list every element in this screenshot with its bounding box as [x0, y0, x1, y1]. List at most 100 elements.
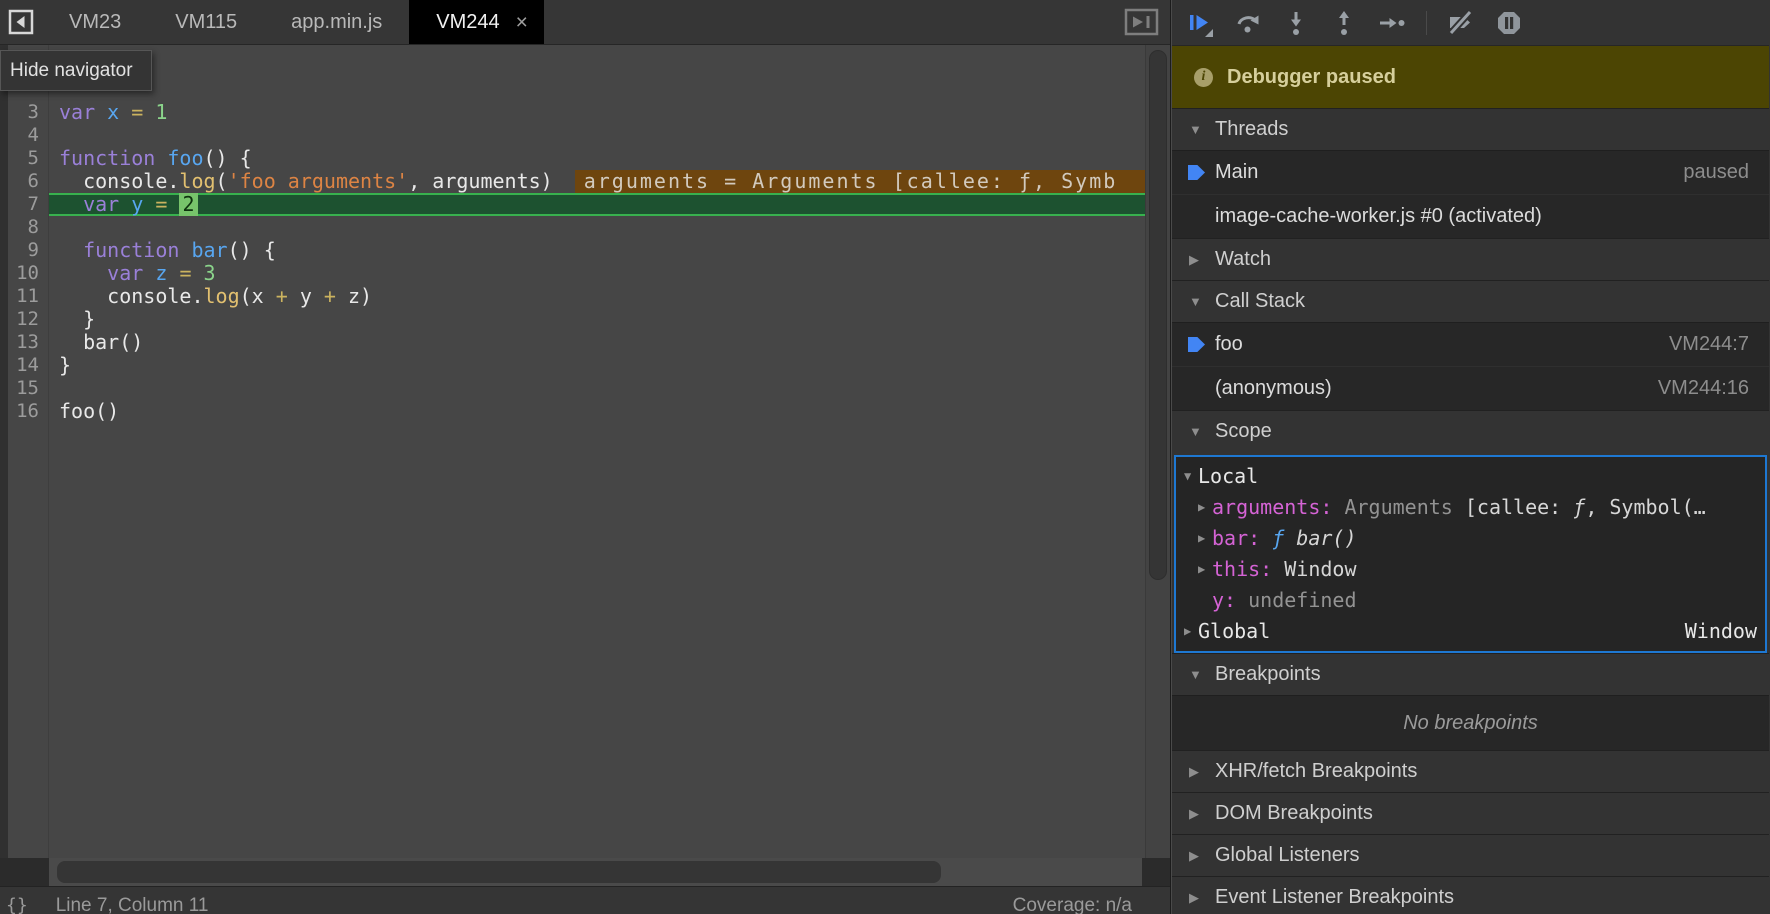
code-token: var — [107, 262, 143, 285]
more-tabs-button[interactable] — [1124, 7, 1160, 42]
step-out-button[interactable] — [1328, 7, 1360, 39]
no-breakpoints-message: No breakpoints — [1172, 695, 1769, 750]
chevron-down-icon: ▼ — [1189, 667, 1203, 682]
code-line-9[interactable]: function bar() { — [49, 239, 1145, 262]
variable-value: Window — [1284, 557, 1356, 581]
line-number-6[interactable]: 6 — [8, 170, 39, 193]
code-line-14[interactable]: } — [49, 354, 1145, 377]
code-token: console. — [59, 285, 204, 308]
code-line-6[interactable]: console.log('foo arguments', arguments)a… — [49, 170, 1145, 193]
vertical-scrollbar-thumb[interactable] — [1149, 50, 1167, 580]
code-token: } — [59, 308, 95, 331]
resume-button[interactable] — [1184, 7, 1216, 39]
pause-on-exceptions-button[interactable] — [1493, 7, 1525, 39]
step-into-icon — [1281, 8, 1311, 38]
execution-line-7[interactable]: var y = 2 — [49, 193, 1145, 216]
line-number-5[interactable]: 5 — [8, 147, 39, 170]
frame-location: VM244:16 — [1658, 377, 1749, 400]
section-watch[interactable]: ▶ Watch — [1172, 238, 1769, 280]
step-into-button[interactable] — [1280, 7, 1312, 39]
code-token: z — [155, 262, 167, 285]
callstack-row-anonymous[interactable]: (anonymous) VM244:16 — [1172, 366, 1769, 410]
pretty-print-icon[interactable]: {} — [6, 895, 28, 914]
code-token: + — [324, 285, 336, 308]
section-title: Scope — [1215, 420, 1272, 443]
line-number-10[interactable]: 10 — [8, 262, 39, 285]
line-number-8[interactable]: 8 — [8, 216, 39, 239]
code-line-10[interactable]: var z = 3 — [49, 262, 1145, 285]
code-line-3[interactable]: var x = 1 — [49, 101, 1145, 124]
line-number-13[interactable]: 13 — [8, 331, 39, 354]
callstack-row-foo[interactable]: foo VM244:7 — [1172, 322, 1769, 366]
section-scope[interactable]: ▼ Scope — [1172, 410, 1769, 452]
coverage-label: Coverage: n/a — [1013, 895, 1132, 914]
tab-label: VM23 — [69, 11, 121, 34]
scope-var-bar[interactable]: ▶bar: ƒ bar() — [1176, 522, 1765, 553]
vertical-scrollbar[interactable] — [1145, 45, 1170, 858]
code-line-4[interactable] — [49, 124, 1145, 147]
line-number-gutter[interactable]: 345678910111213141516 — [8, 45, 49, 858]
code-line-8[interactable] — [49, 216, 1145, 239]
variable-name: arguments: — [1212, 495, 1332, 519]
section-call-stack[interactable]: ▼ Call Stack — [1172, 280, 1769, 322]
horizontal-scrollbar[interactable] — [0, 858, 1170, 886]
line-number-3[interactable]: 3 — [8, 101, 39, 124]
hide-navigator-button[interactable] — [0, 0, 42, 44]
scope-var-arguments[interactable]: ▶arguments: Arguments [callee: ƒ, Symbol… — [1176, 491, 1765, 522]
line-number-9[interactable]: 9 — [8, 239, 39, 262]
tab-app-min-js[interactable]: app.min.js — [264, 0, 409, 44]
scope-global-header[interactable]: ▶GlobalWindow — [1176, 615, 1765, 646]
step-button[interactable] — [1376, 7, 1408, 39]
line-number-15[interactable]: 15 — [8, 377, 39, 400]
close-tab-icon[interactable]: × — [516, 12, 528, 33]
section-event-listener-breakpoints[interactable]: ▶Event Listener Breakpoints — [1172, 876, 1769, 914]
code-lines[interactable]: var x = 1 function foo() { console.log('f… — [49, 45, 1145, 858]
scope-local-header[interactable]: ▼Local — [1176, 460, 1765, 491]
section-threads[interactable]: ▼ Threads — [1172, 108, 1769, 150]
code-token — [167, 262, 179, 285]
line-number-12[interactable]: 12 — [8, 308, 39, 331]
code-token: bar — [191, 239, 227, 262]
scope-var-y[interactable]: y: undefined — [1176, 584, 1765, 615]
code-line-12[interactable]: } — [49, 308, 1145, 331]
section-title: DOM Breakpoints — [1215, 802, 1373, 825]
tab-label: VM115 — [175, 11, 237, 34]
line-number-14[interactable]: 14 — [8, 354, 39, 377]
step-over-button[interactable] — [1232, 7, 1264, 39]
thread-row-worker[interactable]: image-cache-worker.js #0 (activated) — [1172, 194, 1769, 238]
hide-navigator-tooltip: Hide navigator — [0, 50, 152, 91]
code-token: log — [179, 170, 215, 193]
code-line-11[interactable]: console.log(x + y + z) — [49, 285, 1145, 308]
variable-value: Arguments — [1344, 495, 1452, 519]
tab-vm23[interactable]: VM23 — [42, 0, 148, 44]
tab-vm115[interactable]: VM115 — [148, 0, 264, 44]
thread-name: Main — [1215, 161, 1683, 184]
chevron-down-icon: ▼ — [1184, 469, 1198, 483]
code-line-13[interactable]: bar() — [49, 331, 1145, 354]
section-global-listeners[interactable]: ▶Global Listeners — [1172, 834, 1769, 876]
line-number-11[interactable]: 11 — [8, 285, 39, 308]
horizontal-scrollbar-track[interactable] — [49, 858, 1142, 886]
line-number-4[interactable]: 4 — [8, 124, 39, 147]
line-number-16[interactable]: 16 — [8, 400, 39, 423]
horizontal-scrollbar-thumb[interactable] — [57, 861, 941, 883]
section-dom-breakpoints[interactable]: ▶DOM Breakpoints — [1172, 792, 1769, 834]
scope-var-this[interactable]: ▶this: Window — [1176, 553, 1765, 584]
file-tabbar: VM23 VM115 app.min.js VM244 × — [0, 0, 1170, 45]
scope-name: Local — [1198, 464, 1258, 488]
deactivate-breakpoints-button[interactable] — [1445, 7, 1477, 39]
thread-row-main[interactable]: Main paused — [1172, 150, 1769, 194]
tab-vm244-active[interactable]: VM244 × — [409, 0, 544, 44]
code-line-16[interactable]: foo() — [49, 400, 1145, 423]
more-tabs-icon — [1124, 7, 1160, 37]
section-xhr-fetch-breakpoints[interactable]: ▶XHR/fetch Breakpoints — [1172, 750, 1769, 792]
chevron-right-icon: ▶ — [1198, 500, 1212, 514]
chevron-right-icon: ▶ — [1189, 890, 1203, 906]
inline-eval-hint: arguments = Arguments [callee: ƒ, Symb — [575, 170, 1145, 193]
code-line-15[interactable] — [49, 377, 1145, 400]
code-line-5[interactable]: function foo() { — [49, 147, 1145, 170]
code-token: console. — [59, 170, 179, 193]
section-breakpoints[interactable]: ▼ Breakpoints — [1172, 653, 1769, 695]
pause-on-exceptions-icon — [1494, 8, 1524, 38]
line-number-7[interactable]: 7 — [8, 193, 39, 216]
